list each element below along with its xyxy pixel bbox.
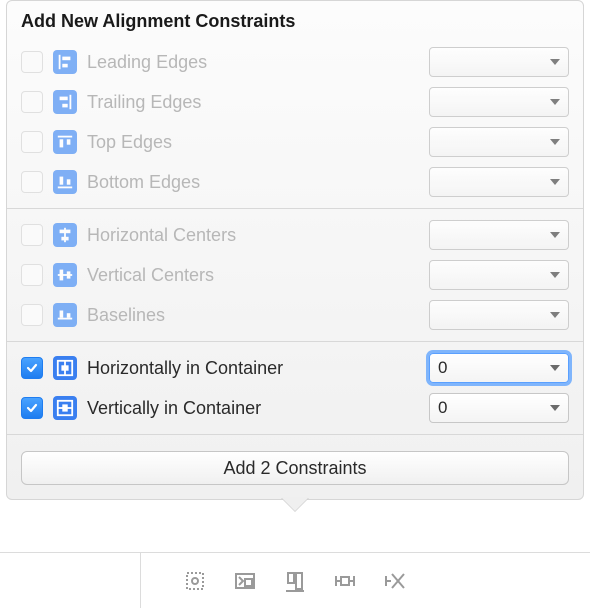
horiz-in-container-icon	[53, 356, 77, 380]
value-combo-horizontal-centers	[429, 220, 569, 250]
checkbox-horizontal-centers	[21, 224, 43, 246]
checkbox-bottom-edges	[21, 171, 43, 193]
value-combo-trailing-edges	[429, 87, 569, 117]
label-horiz-in-container: Horizontally in Container	[87, 358, 419, 379]
embed-in-icon[interactable]	[231, 567, 259, 595]
chevron-down-icon[interactable]	[550, 405, 560, 411]
chevron-down-icon	[550, 139, 560, 145]
panel-title: Add New Alignment Constraints	[7, 11, 583, 42]
chevron-down-icon	[550, 272, 560, 278]
bottom-edges-icon	[53, 170, 77, 194]
checkbox-vertical-centers	[21, 264, 43, 286]
chevron-down-icon	[550, 99, 560, 105]
label-top-edges: Top Edges	[87, 132, 419, 153]
leading-edges-icon	[53, 50, 77, 74]
constraint-row-baselines: Baselines	[7, 295, 583, 335]
value-combo-vert-in-container[interactable]	[429, 393, 569, 423]
canvas-bottom-toolbar	[0, 552, 590, 608]
constraint-row-horiz-in-container: Horizontally in Container	[7, 348, 583, 388]
constraint-row-vert-in-container: Vertically in Container	[7, 388, 583, 428]
value-combo-horiz-in-container[interactable]	[429, 353, 569, 383]
popover-arrow-icon	[281, 497, 309, 511]
constraint-row-bottom-edges: Bottom Edges	[7, 162, 583, 202]
label-baselines: Baselines	[87, 305, 419, 326]
align-icon[interactable]	[281, 567, 309, 595]
vert-in-container-icon	[53, 396, 77, 420]
divider	[7, 434, 583, 435]
constraint-row-horizontal-centers: Horizontal Centers	[7, 215, 583, 255]
top-edges-icon	[53, 130, 77, 154]
toolbar-separator	[140, 553, 141, 608]
chevron-down-icon	[550, 179, 560, 185]
checkbox-baselines	[21, 304, 43, 326]
alignment-constraints-popover: Add New Alignment Constraints Leading Ed…	[6, 0, 584, 500]
update-frames-icon[interactable]	[181, 567, 209, 595]
chevron-down-icon	[550, 232, 560, 238]
value-combo-bottom-edges	[429, 167, 569, 197]
checkbox-horiz-in-container[interactable]	[21, 357, 43, 379]
checkbox-vert-in-container[interactable]	[21, 397, 43, 419]
add-constraints-button[interactable]: Add 2 Constraints	[21, 451, 569, 485]
horizontal-centers-icon	[53, 223, 77, 247]
constraint-row-vertical-centers: Vertical Centers	[7, 255, 583, 295]
label-vert-in-container: Vertically in Container	[87, 398, 419, 419]
value-input-horiz-in-container[interactable]	[438, 358, 544, 378]
constraint-row-leading-edges: Leading Edges	[7, 42, 583, 82]
trailing-edges-icon	[53, 90, 77, 114]
label-vertical-centers: Vertical Centers	[87, 265, 419, 286]
pin-icon[interactable]	[331, 567, 359, 595]
constraint-row-trailing-edges: Trailing Edges	[7, 82, 583, 122]
chevron-down-icon[interactable]	[550, 365, 560, 371]
vertical-centers-icon	[53, 263, 77, 287]
constraint-row-top-edges: Top Edges	[7, 122, 583, 162]
value-combo-vertical-centers	[429, 260, 569, 290]
label-bottom-edges: Bottom Edges	[87, 172, 419, 193]
checkbox-leading-edges	[21, 51, 43, 73]
resolve-icon[interactable]	[381, 567, 409, 595]
value-input-vert-in-container[interactable]	[438, 398, 544, 418]
add-constraints-row: Add 2 Constraints	[7, 441, 583, 499]
value-combo-top-edges	[429, 127, 569, 157]
value-combo-baselines	[429, 300, 569, 330]
divider	[7, 341, 583, 342]
baselines-icon	[53, 303, 77, 327]
label-horizontal-centers: Horizontal Centers	[87, 225, 419, 246]
chevron-down-icon	[550, 59, 560, 65]
label-trailing-edges: Trailing Edges	[87, 92, 419, 113]
chevron-down-icon	[550, 312, 560, 318]
divider	[7, 208, 583, 209]
checkbox-top-edges	[21, 131, 43, 153]
checkbox-trailing-edges	[21, 91, 43, 113]
value-combo-leading-edges	[429, 47, 569, 77]
label-leading-edges: Leading Edges	[87, 52, 419, 73]
